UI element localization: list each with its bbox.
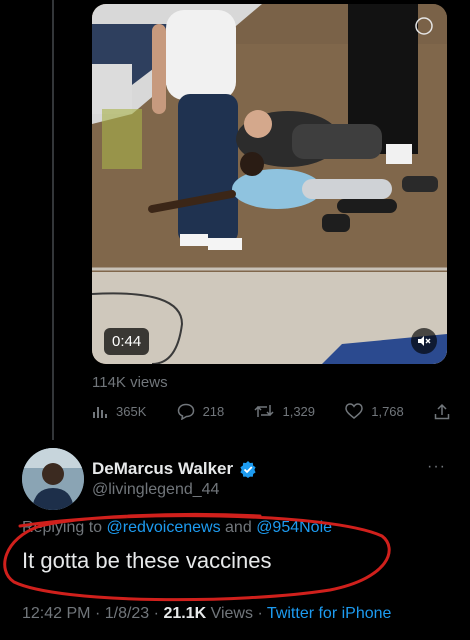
video-duration-badge: 0:44 [104,328,150,355]
reply-count: 218 [202,403,225,419]
tweet-date[interactable]: 1/8/23 [105,605,149,622]
like-button[interactable]: 1,768 [345,403,404,419]
video-frame [92,4,447,364]
tweet-view-count: 21.1K [163,605,207,622]
meta-separator: · [94,605,101,622]
share-icon [434,403,450,419]
thread-connector-line [52,0,54,440]
video-view-count: 114K views [92,374,168,391]
reply-button[interactable]: 218 [177,403,225,420]
retweet-button[interactable]: 1,329 [254,403,315,419]
user-handle[interactable]: @livinglegend_44 [92,481,219,499]
avatar-photo [22,448,84,510]
retweet-count: 1,329 [282,403,316,419]
more-options-icon[interactable]: ··· [427,458,446,476]
tweet-views-label: Views [210,605,253,622]
display-name-text: DeMarcus Walker [92,459,234,478]
tweet-action-bar: 365K 218 1,329 1,768 [92,400,450,422]
tweet-metadata: 12:42 PM · 1/8/23 · 21.1K Views · Twitte… [22,605,391,623]
tweet-time[interactable]: 12:42 PM [22,605,90,622]
red-annotation-circle [3,512,391,602]
share-button[interactable] [434,403,450,420]
speaker-muted-icon [418,336,431,346]
like-count: 1,768 [371,403,404,419]
analytics-count: 365K [116,403,147,419]
analytics-button[interactable]: 365K [92,403,146,419]
analytics-icon [93,407,107,418]
meta-separator: · [257,605,263,622]
verified-badge-icon [240,461,256,478]
retweet-icon [254,405,275,417]
mute-button[interactable] [411,328,437,354]
video-player[interactable]: 0:44 [92,4,447,364]
reply-icon [177,403,194,420]
display-name[interactable]: DeMarcus Walker [92,459,257,479]
tweet-source-link[interactable]: Twitter for iPhone [267,605,392,622]
meta-separator: · [153,605,159,622]
heart-icon [345,403,363,419]
avatar[interactable] [22,448,84,510]
